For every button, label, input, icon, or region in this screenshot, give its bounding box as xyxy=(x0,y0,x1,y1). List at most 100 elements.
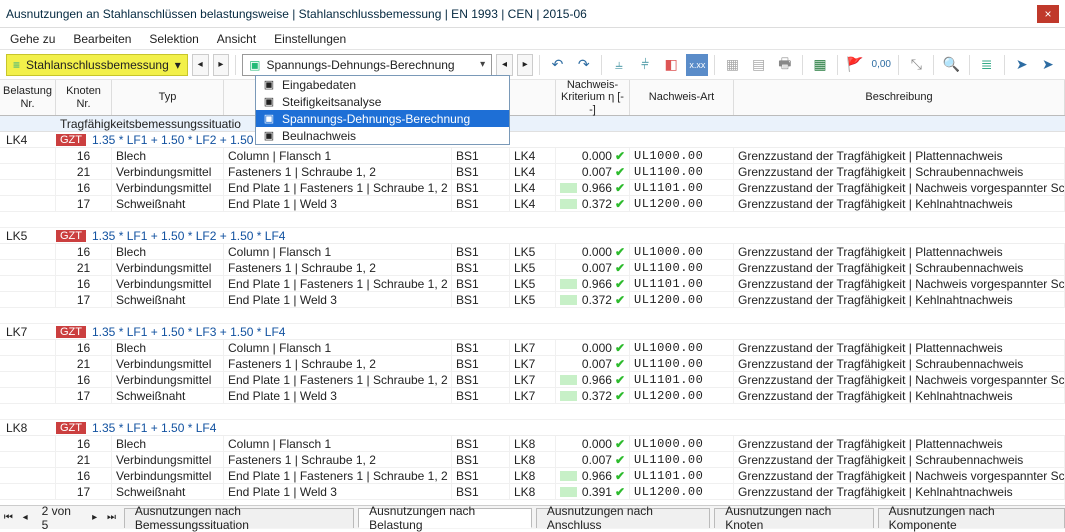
group-row[interactable]: LK7 GZT 1.35 * LF1 + 1.50 * LF3 + 1.50 *… xyxy=(0,324,1065,340)
cell-detail: Grenzzustand der Tragfähigkeit | Nachwei… xyxy=(734,276,1065,291)
buckling-icon: ▣ xyxy=(262,129,276,142)
table-row[interactable]: 16 Verbindungsmittel End Plate 1 | Faste… xyxy=(0,372,1065,388)
group-lk: LK5 xyxy=(0,229,56,243)
table-row[interactable]: 21 Verbindungsmittel Fasteners 1 | Schra… xyxy=(0,164,1065,180)
page-next-button[interactable]: ▸ xyxy=(86,512,103,523)
design-module-combo[interactable]: ≡ Stahlanschlussbemessung ▾ xyxy=(6,54,188,76)
cell-kriterium: 0.966✔ xyxy=(556,276,630,291)
cell-kriterium: 0.372✔ xyxy=(556,196,630,211)
page-last-button[interactable]: ⏭ xyxy=(103,512,120,523)
table-row[interactable]: 21 Verbindungsmittel Fasteners 1 | Schra… xyxy=(0,356,1065,372)
col-typ[interactable]: Typ xyxy=(112,80,224,115)
cell-detail: Grenzzustand der Tragfähigkeit | Schraub… xyxy=(734,356,1065,371)
table-icon[interactable]: ▦ xyxy=(721,54,743,76)
combo-prev-button[interactable]: ◂ xyxy=(496,54,513,76)
cell-knoten: 16 xyxy=(56,340,112,355)
section-label: Tragfähigkeitsbemessungssituatio xyxy=(0,117,241,131)
tab-komponente[interactable]: Ausnutzungen nach Komponente xyxy=(878,508,1065,528)
nav-prev-button[interactable]: ◂ xyxy=(192,54,209,76)
dropdown-item-buckling[interactable]: ▣Beulnachweis xyxy=(256,127,509,144)
cell-bs: BS1 xyxy=(452,148,510,163)
search-icon[interactable]: 🔍 xyxy=(940,54,962,76)
table-row[interactable]: 21 Verbindungsmittel Fasteners 1 | Schra… xyxy=(0,452,1065,468)
cell-kriterium: 0.391✔ xyxy=(556,484,630,499)
undo-icon[interactable]: ↶ xyxy=(546,54,568,76)
decimals-icon[interactable]: 0,00 xyxy=(870,54,892,76)
calculation-combo[interactable]: ▣ Spannungs-Dehnungs-Berechnung ▾ xyxy=(242,54,492,76)
dropdown-item-stress-strain[interactable]: ▣Spannungs-Dehnungs-Berechnung xyxy=(256,110,509,127)
list-icon[interactable]: ≣ xyxy=(975,54,997,76)
col-belastung-nr[interactable]: Belastung Nr. xyxy=(0,80,56,115)
cell-b: LK7 xyxy=(510,340,556,355)
group-row[interactable]: LK5 GZT 1.35 * LF1 + 1.50 * LF2 + 1.50 *… xyxy=(0,228,1065,244)
group-formula: 1.35 * LF1 + 1.50 * LF4 xyxy=(92,421,216,435)
filter-beam-icon[interactable]: ⫨ xyxy=(608,54,630,76)
check-icon: ✔ xyxy=(615,197,625,211)
tab-knoten[interactable]: Ausnutzungen nach Knoten xyxy=(714,508,873,528)
cell-typ: Blech xyxy=(112,436,224,451)
window-title: Ausnutzungen an Stahlanschlüssen belastu… xyxy=(6,7,1037,21)
pointer-icon[interactable]: ⤡ xyxy=(905,54,927,76)
cell-kriterium: 0.372✔ xyxy=(556,388,630,403)
menu-edit[interactable]: Bearbeiten xyxy=(73,32,131,46)
page-prev-button[interactable]: ◂ xyxy=(17,512,34,523)
table-row[interactable]: 21 Verbindungsmittel Fasteners 1 | Schra… xyxy=(0,260,1065,276)
check-icon: ✔ xyxy=(615,341,625,355)
table-row[interactable]: 16 Blech Column | Flansch 1 BS1 LK4 0.00… xyxy=(0,148,1065,164)
xxx-icon[interactable]: x.xx xyxy=(686,54,708,76)
cursor-icon[interactable]: ➤ xyxy=(1011,54,1033,76)
tab-belastung[interactable]: Ausnutzungen nach Belastung xyxy=(358,508,532,528)
nav-next-button[interactable]: ▸ xyxy=(213,54,230,76)
window-close-button[interactable]: × xyxy=(1037,5,1059,23)
menu-settings[interactable]: Einstellungen xyxy=(274,32,346,46)
check-icon: ✔ xyxy=(615,181,625,195)
col-nachweis-art[interactable]: Nachweis-Art xyxy=(630,80,734,115)
footer: ⏮ ◂ 2 von 5 ▸ ⏭ Ausnutzungen nach Bemess… xyxy=(0,505,1065,529)
page-first-button[interactable]: ⏮ xyxy=(0,512,17,523)
cursor-plus-icon[interactable]: ➤ xyxy=(1037,54,1059,76)
flag-icon[interactable]: 🚩 xyxy=(844,54,866,76)
graphic-icon[interactable]: ◧ xyxy=(660,54,682,76)
cell-beschreibung: Fasteners 1 | Schraube 1, 2 xyxy=(224,356,452,371)
cell-typ: Verbindungsmittel xyxy=(112,180,224,195)
col-beschreibung[interactable]: Beschreibung xyxy=(734,80,1065,115)
tab-bemessungssituation[interactable]: Ausnutzungen nach Bemessungssituation xyxy=(124,508,354,528)
combo-next-button[interactable]: ▸ xyxy=(517,54,534,76)
cell-bs: BS1 xyxy=(452,276,510,291)
table-row[interactable]: 16 Verbindungsmittel End Plate 1 | Faste… xyxy=(0,276,1065,292)
menu-view[interactable]: Ansicht xyxy=(217,32,256,46)
redo-icon[interactable]: ↷ xyxy=(573,54,595,76)
col-knoten-nr[interactable]: Knoten Nr. xyxy=(56,80,112,115)
cell-typ: Verbindungsmittel xyxy=(112,164,224,179)
table-row[interactable]: 17 Schweißnaht End Plate 1 | Weld 3 BS1 … xyxy=(0,484,1065,500)
group-row[interactable]: LK8 GZT 1.35 * LF1 + 1.50 * LF4 xyxy=(0,420,1065,436)
table-row[interactable]: 17 Schweißnaht End Plate 1 | Weld 3 BS1 … xyxy=(0,292,1065,308)
table-row[interactable]: 16 Verbindungsmittel End Plate 1 | Faste… xyxy=(0,180,1065,196)
table-row[interactable]: 16 Verbindungsmittel End Plate 1 | Faste… xyxy=(0,468,1065,484)
excel-icon[interactable]: ▦ xyxy=(809,54,831,76)
cell-art: UL1101.00 xyxy=(630,468,734,483)
col-b-nr[interactable] xyxy=(510,80,556,115)
table-row[interactable]: 16 Blech Column | Flansch 1 BS1 LK8 0.00… xyxy=(0,436,1065,452)
tab-anschluss[interactable]: Ausnutzungen nach Anschluss xyxy=(536,508,710,528)
grid-body[interactable]: TragfähigkeitsbemessungssituatioLK4 GZT … xyxy=(0,116,1065,505)
menu-goto[interactable]: Gehe zu xyxy=(10,32,55,46)
table2-icon[interactable]: ▤ xyxy=(748,54,770,76)
cell-knoten: 21 xyxy=(56,164,112,179)
table-row[interactable]: 17 Schweißnaht End Plate 1 | Weld 3 BS1 … xyxy=(0,388,1065,404)
check-icon: ✔ xyxy=(615,277,625,291)
table-row[interactable]: 16 Blech Column | Flansch 1 BS1 LK5 0.00… xyxy=(0,244,1065,260)
table-row[interactable]: 16 Blech Column | Flansch 1 BS1 LK7 0.00… xyxy=(0,340,1065,356)
table-row[interactable]: 17 Schweißnaht End Plate 1 | Weld 3 BS1 … xyxy=(0,196,1065,212)
cell-typ: Verbindungsmittel xyxy=(112,468,224,483)
print-icon[interactable]: 🖶 xyxy=(774,54,796,76)
dropdown-item-input[interactable]: ▣Eingabedaten xyxy=(256,76,509,93)
group-row[interactable]: LK4 GZT 1.35 * LF1 + 1.50 * LF2 + 1.50 *… xyxy=(0,132,1065,148)
cell-beschreibung: Fasteners 1 | Schraube 1, 2 xyxy=(224,260,452,275)
cell-beschreibung: End Plate 1 | Weld 3 xyxy=(224,484,452,499)
menu-selection[interactable]: Selektion xyxy=(149,32,198,46)
cell-knoten: 21 xyxy=(56,356,112,371)
col-nachweis-kriterium[interactable]: Nachweis-Kriterium η [--] xyxy=(556,80,630,115)
filter-node-icon[interactable]: ⫩ xyxy=(634,54,656,76)
dropdown-item-stiffness[interactable]: ▣Steifigkeitsanalyse xyxy=(256,93,509,110)
